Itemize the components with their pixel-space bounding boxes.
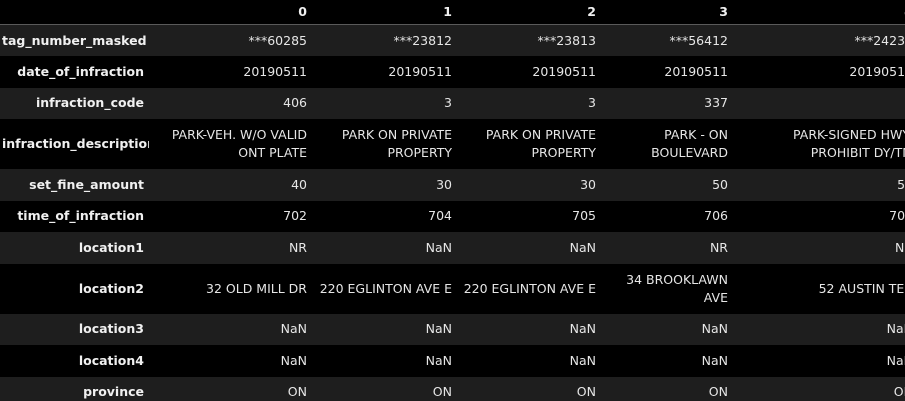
table-row: date_of_infraction 20190511 20190511 201… xyxy=(0,56,905,88)
table-cell: 30 xyxy=(436,176,452,192)
table-cell: 20190511 xyxy=(849,63,905,79)
row-label: date_of_infraction xyxy=(17,63,144,79)
table-cell: 32 OLD MILL DR xyxy=(206,280,307,296)
table-cell: NR xyxy=(709,239,728,255)
column-header: 2 xyxy=(457,0,601,25)
row-label: set_fine_amount xyxy=(29,176,144,192)
table-cell: PARK - ON BOULEVARD xyxy=(651,127,728,160)
table-row: tag_number_masked ***60285 ***23812 ***2… xyxy=(0,24,905,56)
table-cell: ***23812 xyxy=(393,32,452,48)
table-row: location3 NaN NaN NaN NaN NaN xyxy=(0,313,905,345)
row-label: location1 xyxy=(78,239,144,255)
table-cell: NaN xyxy=(701,321,728,337)
table-row: location2 32 OLD MILL DR 220 EGLINTON AV… xyxy=(0,263,905,314)
table-cell: NaN xyxy=(280,352,307,368)
table-cell: PARK ON PRIVATE PROPERTY xyxy=(341,127,452,160)
table-cell: NaN xyxy=(425,321,452,337)
dataframe-table: 0 1 2 3 4 tag_number_masked ***60285 ***… xyxy=(0,0,905,401)
table-row: location1 NR NaN NaN NR NR xyxy=(0,232,905,264)
table-cell: NaN xyxy=(425,239,452,255)
table-cell: 20190511 xyxy=(532,63,596,79)
table-cell: 220 EGLINTON AVE E xyxy=(319,280,452,296)
table-cell: 20190511 xyxy=(388,63,452,79)
table-cell: 337 xyxy=(704,95,728,111)
table-cell: 30 xyxy=(580,176,596,192)
table-cell: 20190511 xyxy=(243,63,307,79)
table-cell: NaN xyxy=(569,321,596,337)
table-cell: 50 xyxy=(897,176,905,192)
table-cell: 220 EGLINTON AVE E xyxy=(463,280,596,296)
table-cell: PARK ON PRIVATE PROPERTY xyxy=(485,127,596,160)
table-cell: 406 xyxy=(283,95,307,111)
table-cell: ***24234 xyxy=(854,32,905,48)
table-cell: PARK-VEH. W/O VALID ONT PLATE xyxy=(171,127,307,160)
table-cell: ***23813 xyxy=(537,32,596,48)
column-header: 4 xyxy=(733,0,905,25)
row-label: location3 xyxy=(78,321,144,337)
table-cell: NR xyxy=(288,239,307,255)
table-cell: ON xyxy=(893,384,905,400)
table-cell: 50 xyxy=(712,176,728,192)
table-cell: NaN xyxy=(701,352,728,368)
table-cell: ON xyxy=(432,384,452,400)
table-cell: NaN xyxy=(569,352,596,368)
table-cell: 5 xyxy=(733,88,905,120)
row-label: infraction_code xyxy=(35,95,144,111)
table-cell: PARK-SIGNED HWY-PROHIBIT DY/TM xyxy=(793,127,905,160)
row-label: location2 xyxy=(78,280,144,296)
table-header: 0 1 2 3 4 xyxy=(0,0,905,25)
table-cell: ON xyxy=(576,384,596,400)
table-body: tag_number_masked ***60285 ***23812 ***2… xyxy=(0,24,905,401)
table-cell: 52 AUSTIN TER xyxy=(818,280,905,296)
table-cell: ***56412 xyxy=(669,32,728,48)
table-row: infraction_description PARK-VEH. W/O VAL… xyxy=(0,119,905,169)
column-header: 1 xyxy=(312,0,457,25)
column-header: 3 xyxy=(601,0,733,25)
table-cell: NaN xyxy=(886,352,905,368)
table-cell: ***60285 xyxy=(248,32,307,48)
row-label: time_of_infraction xyxy=(17,208,144,224)
table-cell: 3 xyxy=(444,95,452,111)
table-row: province ON ON ON ON ON xyxy=(0,376,905,401)
row-label: location4 xyxy=(78,352,144,368)
table-row: time_of_infraction 702 704 705 706 706 xyxy=(0,200,905,232)
table-cell: NaN xyxy=(886,321,905,337)
table-cell: NaN xyxy=(425,352,452,368)
table-cell: 706 xyxy=(889,208,905,224)
table-cell: NR xyxy=(894,239,905,255)
table-cell: ON xyxy=(708,384,728,400)
table-cell: NaN xyxy=(280,321,307,337)
table-row: location4 NaN NaN NaN NaN NaN xyxy=(0,345,905,377)
table-cell: 20190511 xyxy=(664,63,728,79)
table-cell: 40 xyxy=(291,176,307,192)
table-cell: NaN xyxy=(569,239,596,255)
header-row: 0 1 2 3 4 xyxy=(0,0,905,25)
table-cell: 704 xyxy=(428,208,452,224)
table-cell: 3 xyxy=(588,95,596,111)
dataframe-output: 0 1 2 3 4 tag_number_masked ***60285 ***… xyxy=(0,0,905,401)
row-label: tag_number_masked xyxy=(2,32,147,48)
table-cell: 705 xyxy=(572,208,596,224)
table-cell: 34 BROOKLAWN AVE xyxy=(626,271,728,305)
table-row: infraction_code 406 3 3 337 5 xyxy=(0,87,905,120)
table-cell: 702 xyxy=(283,208,307,224)
index-header-corner xyxy=(0,0,149,25)
row-label: province xyxy=(83,384,144,400)
row-label: infraction_description xyxy=(2,136,149,151)
table-cell: 706 xyxy=(704,208,728,224)
table-row: set_fine_amount 40 30 30 50 50 xyxy=(0,169,905,201)
table-cell: ON xyxy=(287,384,307,400)
column-header: 0 xyxy=(149,0,312,25)
